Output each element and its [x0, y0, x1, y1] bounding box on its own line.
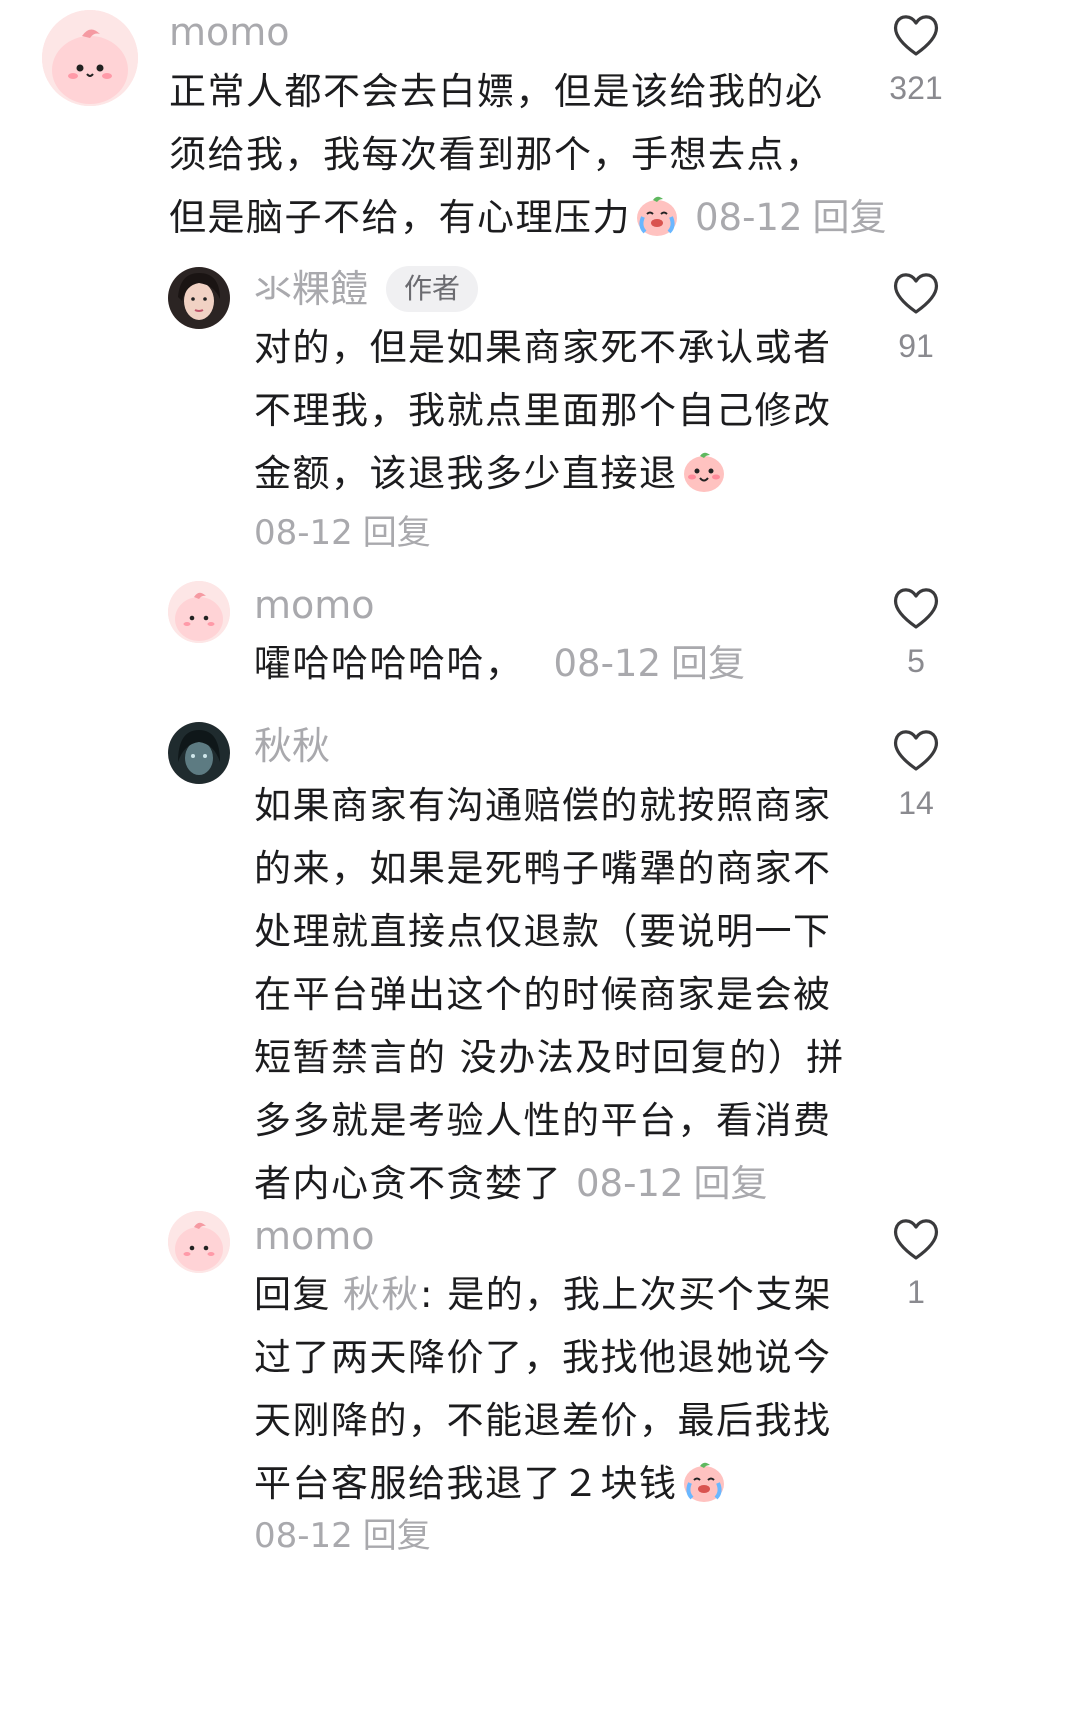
text-line: 天刚降的，不能退差价，最后我找: [254, 1399, 832, 1442]
text-line: 平台客服给我退了２块钱: [254, 1452, 874, 1515]
comment-date: 08-12: [254, 513, 353, 553]
text-line: 但是脑子不给，有心理压力 08-12 回复: [169, 186, 887, 249]
comment-meta: 08-12 回复: [254, 505, 431, 554]
text-line: 对的，但是如果商家死不承认或者: [254, 326, 832, 369]
avatar[interactable]: [168, 1211, 230, 1273]
text-line: 正常人都不会去白嫖，但是该给我的必: [169, 70, 824, 113]
text-line: 的来，如果是死鸭子嘴犟的商家不: [254, 847, 832, 890]
crying-laughing-peach-emoji-icon: [680, 1456, 728, 1504]
text-line: 多多就是考验人性的平台，看消费: [254, 1099, 832, 1142]
username[interactable]: 秋秋: [254, 724, 330, 768]
heart-outline-icon: [893, 273, 939, 314]
girl-portrait-avatar-icon: [168, 267, 230, 329]
crying-laughing-peach-emoji-icon: [633, 190, 681, 238]
smiling-peach-emoji-icon: [680, 446, 728, 494]
avatar[interactable]: [168, 722, 230, 784]
like-button[interactable]: 321: [866, 12, 966, 107]
like-button[interactable]: 91: [866, 270, 966, 365]
comment-meta: 08-12 回复: [254, 1508, 431, 1557]
like-count: 14: [898, 785, 934, 821]
comment-text: 正常人都不会去白嫖，但是该给我的必 须给我，我每次看到那个，手想去点， 但是脑子…: [169, 60, 887, 249]
comment-text: 如果商家有沟通赔偿的就按照商家 的来，如果是死鸭子嘴犟的商家不 处理就直接点仅退…: [254, 774, 894, 1215]
username-text: 氺粿饐: [254, 267, 369, 311]
comment-date: 08-12: [576, 1162, 684, 1205]
text-line: 金额，该退我多少直接退: [254, 442, 874, 505]
text-line: 短暂禁言的 没办法及时回复的）拼: [254, 1036, 845, 1079]
reply-button[interactable]: 回复: [694, 1162, 768, 1205]
text-line: 不理我，我就点里面那个自己修改: [254, 389, 832, 432]
heart-outline-icon: [893, 1219, 939, 1260]
like-button[interactable]: 1: [866, 1216, 966, 1311]
author-badge: 作者: [386, 266, 479, 312]
reply-button[interactable]: 回复: [363, 1516, 431, 1556]
comment-date: 08-12: [553, 642, 662, 685]
like-button[interactable]: 14: [866, 727, 966, 822]
username[interactable]: 氺粿饐 作者: [254, 266, 479, 312]
text-line: 处理就直接点仅退款（要说明一下: [254, 910, 832, 953]
comment-text: 嚯哈哈哈哈哈， 08-12 回复: [254, 632, 874, 695]
like-count: 1: [907, 1274, 925, 1310]
username[interactable]: momo: [254, 1214, 375, 1258]
like-button[interactable]: 5: [866, 585, 966, 680]
like-count: 321: [889, 70, 943, 106]
avatar[interactable]: [168, 581, 230, 643]
avatar[interactable]: [42, 10, 138, 106]
reply-target-username[interactable]: 秋秋: [343, 1273, 420, 1316]
heart-outline-icon: [893, 730, 939, 771]
text-line: 嚯哈哈哈哈哈， 08-12 回复: [254, 632, 874, 695]
comment-date: 08-12: [254, 1516, 353, 1556]
avatar[interactable]: [168, 267, 230, 329]
text-line: 回复 秋秋: 是的，我上次买个支架: [254, 1263, 874, 1326]
reply-button[interactable]: 回复: [813, 196, 887, 239]
like-count: 5: [907, 643, 925, 679]
reply-prefix: 回复: [254, 1273, 331, 1316]
text-line: 者内心贪不贪婪了 08-12 回复: [254, 1152, 894, 1215]
text-line-content: 嚯哈哈哈哈哈，: [254, 642, 524, 685]
comment-meta: 08-12 回复: [524, 642, 746, 685]
comment-text: 对的，但是如果商家死不承认或者 不理我，我就点里面那个自己修改 金额，该退我多少…: [254, 316, 874, 505]
text-line: 须给我，我每次看到那个，手想去点，: [169, 133, 824, 176]
text-line-content: 者内心贪不贪婪了: [254, 1162, 562, 1205]
peach-avatar-icon: [168, 581, 230, 643]
text-line-content: : 是的，我上次买个支架: [420, 1273, 833, 1316]
like-count: 91: [898, 328, 934, 364]
text-line-content: 平台客服给我退了２块钱: [254, 1462, 678, 1505]
username[interactable]: momo: [254, 583, 375, 627]
text-line-content: 金额，该退我多少直接退: [254, 452, 678, 495]
text-line-content: 但是脑子不给，有心理压力: [169, 196, 631, 239]
comment-date: 08-12: [695, 196, 803, 239]
comment-meta: 08-12 回复: [681, 196, 887, 239]
reply-button[interactable]: 回复: [363, 513, 431, 553]
text-line: 过了两天降价了，我找他退她说今: [254, 1336, 832, 1379]
heart-outline-icon: [893, 15, 939, 56]
text-line: 如果商家有沟通赔偿的就按照商家: [254, 784, 832, 827]
heart-outline-icon: [893, 588, 939, 629]
peach-avatar-icon: [42, 10, 138, 106]
comment-meta: 08-12 回复: [562, 1162, 768, 1205]
peach-avatar-icon: [168, 1211, 230, 1273]
comment-text: 回复 秋秋: 是的，我上次买个支架 过了两天降价了，我找他退她说今 天刚降的，不能…: [254, 1263, 874, 1515]
reply-button[interactable]: 回复: [671, 642, 745, 685]
username[interactable]: momo: [169, 10, 290, 54]
text-line: 在平台弹出这个的时候商家是会被: [254, 973, 832, 1016]
dark-anime-avatar-icon: [168, 722, 230, 784]
